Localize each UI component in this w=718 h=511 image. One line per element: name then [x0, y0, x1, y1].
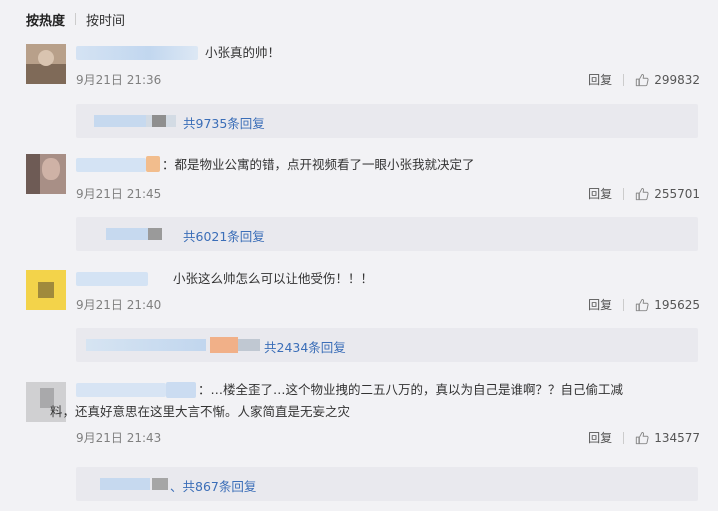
username-blurred[interactable] [76, 46, 198, 60]
reply-summary: 共6021条回复 [76, 217, 698, 251]
tab-sort-by-hot[interactable]: 按热度 [26, 10, 65, 29]
comment-actions: 回复 255701 [588, 185, 700, 202]
reply-user-blurred [86, 339, 206, 351]
reply-summary: 、共867条回复 [76, 467, 698, 501]
reply-button[interactable]: 回复 [588, 185, 612, 202]
divider [75, 13, 77, 25]
view-replies-link[interactable]: 共2434条回复 [264, 337, 346, 356]
like-button[interactable]: 195625 [635, 298, 700, 312]
username-blurred [146, 156, 160, 172]
comment-time: 9月21日 21:45 [76, 187, 162, 201]
comment-text: 小张这么帅怎么可以让他受伤！！！ [173, 271, 374, 286]
sort-bar: 按热度 按时间 [26, 9, 125, 29]
comment-text-line2: 料，还真好意思在这里大言不惭。人家简直是无妄之灾 [50, 404, 351, 419]
like-count: 134577 [654, 430, 700, 445]
view-replies-link[interactable]: 共9735条回复 [183, 113, 265, 132]
comment-text: ：都是物业公寓的错，点开视频看了一眼小张我就决定了 [162, 157, 475, 172]
divider [623, 431, 625, 444]
avatar[interactable] [26, 154, 66, 194]
thumbs-up-icon [636, 73, 649, 86]
like-count: 299832 [654, 72, 700, 87]
reply-user-blurred [152, 115, 166, 127]
thumbs-up-icon [636, 431, 649, 444]
username-blurred[interactable] [76, 383, 166, 397]
reply-user-blurred [106, 228, 148, 240]
username-blurred [166, 382, 196, 398]
like-button[interactable]: 134577 [635, 431, 700, 445]
thumbs-up-icon [636, 298, 649, 311]
comment-actions: 回复 195625 [588, 296, 700, 313]
like-button[interactable]: 255701 [635, 187, 700, 201]
comment-time: 9月21日 21:36 [76, 73, 162, 87]
reply-user-blurred [210, 337, 238, 353]
thumbs-up-icon [636, 187, 649, 200]
comment-time: 9月21日 21:43 [76, 431, 162, 445]
reply-summary: 共2434条回复 [76, 328, 698, 362]
username-blurred[interactable] [76, 158, 146, 172]
avatar[interactable] [26, 44, 66, 84]
tab-sort-by-time[interactable]: 按时间 [86, 10, 125, 29]
reply-button[interactable]: 回复 [588, 429, 612, 446]
reply-summary: 共9735条回复 [76, 104, 698, 138]
reply-button[interactable]: 回复 [588, 296, 612, 313]
avatar[interactable] [26, 270, 66, 310]
like-button[interactable]: 299832 [635, 73, 700, 87]
reply-user-blurred [100, 478, 150, 490]
reply-user-blurred [94, 115, 146, 127]
like-count: 255701 [654, 186, 700, 201]
divider [623, 298, 625, 311]
divider [623, 187, 625, 200]
reply-button[interactable]: 回复 [588, 71, 612, 88]
comment-actions: 回复 134577 [588, 429, 700, 446]
divider [623, 73, 625, 86]
view-replies-link[interactable]: 、共867条回复 [170, 476, 256, 495]
comment-text: 小张真的帅！ [205, 45, 281, 60]
comment-time: 9月21日 21:40 [76, 298, 162, 312]
comment-actions: 回复 299832 [588, 71, 700, 88]
reply-user-blurred [238, 339, 260, 351]
reply-user-blurred [152, 478, 168, 490]
comment-text-line1: ：…楼全歪了…这个物业拽的二五八万的，真以为自己是谁啊？？自己偷工减 [198, 382, 624, 397]
username-blurred[interactable] [76, 272, 148, 286]
reply-user-blurred [148, 228, 162, 240]
like-count: 195625 [654, 297, 700, 312]
view-replies-link[interactable]: 共6021条回复 [183, 226, 265, 245]
